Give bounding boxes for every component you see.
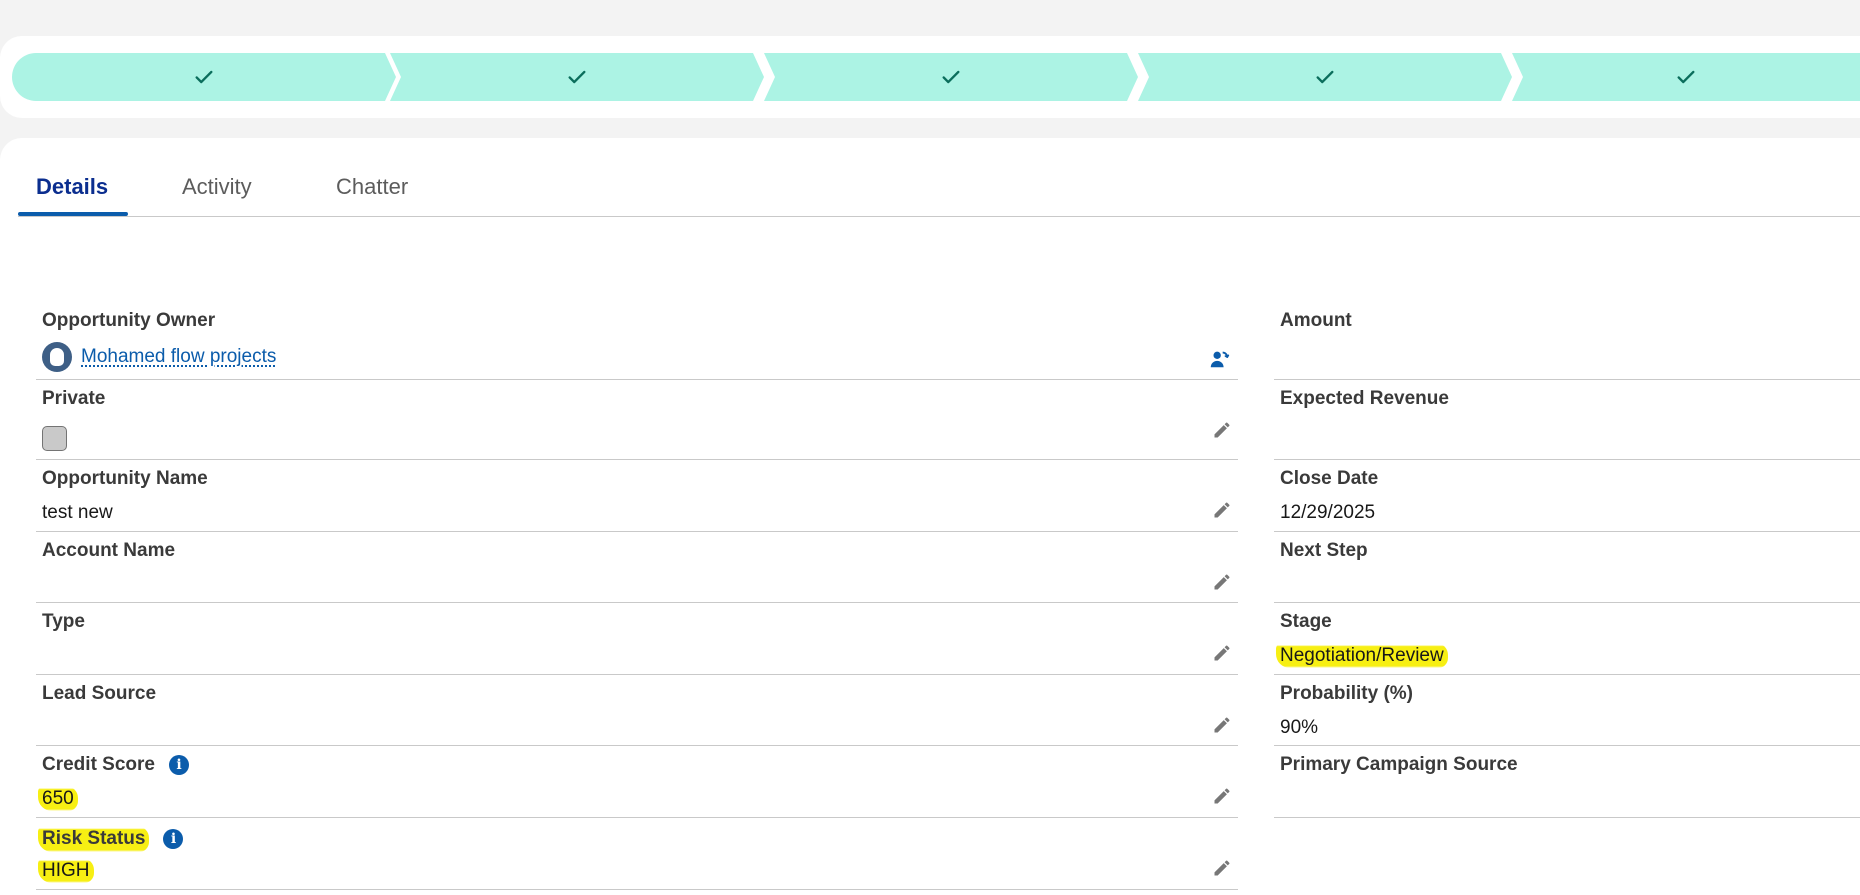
highlighted-value: HIGH [38, 858, 94, 883]
field-value: test new [42, 502, 113, 523]
avatar[interactable] [42, 342, 72, 372]
field-label: Risk Status i [38, 826, 184, 852]
field-risk-status: Risk Status i HIGH [36, 818, 1238, 890]
field-opportunity-owner: Opportunity Owner Mohamed flow projects [36, 302, 1238, 380]
details-card: Details Activity Chatter Opportunity Own… [0, 138, 1860, 895]
field-label: Opportunity Name [42, 468, 208, 489]
field-label: Account Name [42, 540, 176, 561]
highlighted-value: Negotiation/Review [1276, 643, 1448, 668]
field-stage: Stage Negotiation/Review [1274, 603, 1860, 675]
details-right-column: Amount Expected Revenue Close Date 12/29… [1274, 302, 1860, 818]
details-left-column: Opportunity Owner Mohamed flow projects … [36, 302, 1238, 890]
info-icon[interactable]: i [168, 755, 189, 775]
check-icon [1316, 70, 1334, 84]
field-label: Primary Campaign Source [1280, 754, 1518, 775]
path-step-1[interactable] [12, 53, 396, 101]
field-primary-campaign-source: Primary Campaign Source [1274, 746, 1860, 818]
check-icon [942, 70, 960, 84]
owner-link[interactable]: Mohamed flow projects [81, 346, 276, 367]
field-private: Private [36, 380, 1238, 460]
field-value: 12/29/2025 [1280, 502, 1376, 523]
pencil-icon[interactable] [1212, 786, 1232, 806]
path-card [0, 36, 1860, 118]
field-label: Lead Source [42, 683, 157, 704]
check-icon [568, 70, 586, 84]
field-label: Opportunity Owner [42, 310, 216, 331]
active-tab-indicator [18, 212, 128, 216]
pencil-icon[interactable] [1212, 715, 1232, 735]
field-amount: Amount [1274, 302, 1860, 380]
field-label: Private [42, 388, 106, 409]
field-label: Credit Score i [42, 754, 189, 776]
field-value: 90% [1280, 717, 1319, 738]
field-label: Expected Revenue [1280, 388, 1449, 409]
field-opportunity-name: Opportunity Name test new [36, 460, 1238, 532]
field-credit-score: Credit Score i 650 [36, 746, 1238, 818]
info-icon[interactable]: i [163, 829, 184, 849]
pencil-icon[interactable] [1212, 420, 1232, 440]
field-label: Next Step [1280, 540, 1368, 561]
tab-activity[interactable]: Activity [182, 174, 252, 200]
field-probability: Probability (%) 90% [1274, 675, 1860, 746]
field-account-name: Account Name [36, 532, 1238, 603]
pencil-icon[interactable] [1212, 643, 1232, 663]
field-label: Close Date [1280, 468, 1379, 489]
path-step-4[interactable] [1138, 53, 1512, 101]
tab-details[interactable]: Details [36, 174, 108, 200]
stage-path [12, 53, 1860, 101]
field-label: Stage [1280, 611, 1332, 632]
field-expected-revenue: Expected Revenue [1274, 380, 1860, 460]
field-close-date: Close Date 12/29/2025 [1274, 460, 1860, 532]
check-icon [195, 70, 213, 84]
tab-bar: Details Activity Chatter [18, 138, 1860, 217]
path-step-3[interactable] [764, 53, 1138, 101]
field-label: Amount [1280, 310, 1352, 331]
field-lead-source: Lead Source [36, 675, 1238, 746]
check-icon [1677, 70, 1695, 84]
pencil-icon[interactable] [1212, 858, 1232, 878]
change-owner-icon[interactable] [1208, 348, 1230, 370]
pencil-icon[interactable] [1212, 572, 1232, 592]
tab-chatter[interactable]: Chatter [336, 174, 408, 200]
highlighted-value: 650 [38, 786, 78, 811]
field-type: Type [36, 603, 1238, 675]
private-checkbox[interactable] [42, 426, 67, 451]
field-label: Probability (%) [1280, 683, 1414, 704]
path-step-2[interactable] [390, 53, 764, 101]
pencil-icon[interactable] [1212, 500, 1232, 520]
field-next-step: Next Step [1274, 532, 1860, 603]
path-step-5[interactable] [1512, 53, 1860, 101]
field-label: Type [42, 611, 85, 632]
